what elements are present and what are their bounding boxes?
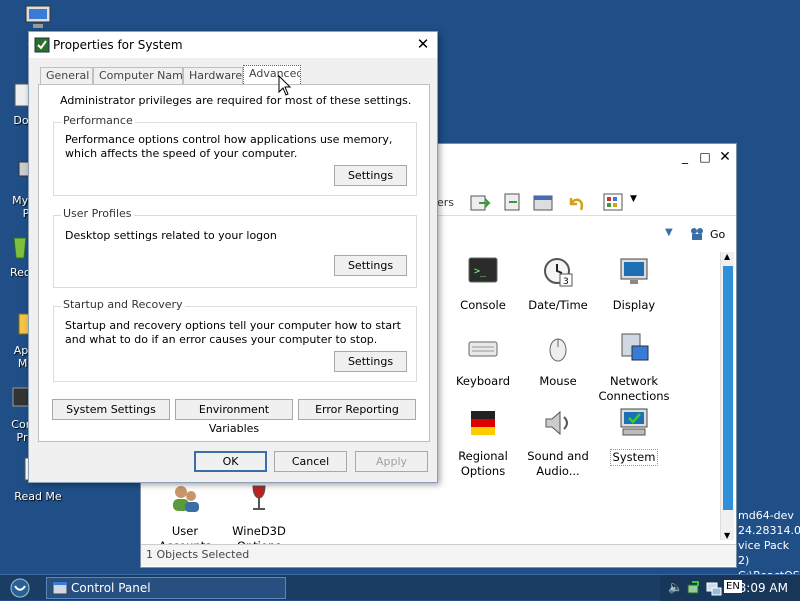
dialog-titlebar[interactable]: Properties for System ✕ xyxy=(29,32,437,58)
network-icon xyxy=(621,333,649,361)
taskbar: Control Panel 🔈 EN 8:09 AM xyxy=(0,574,800,601)
copy-to-icon[interactable] xyxy=(501,192,523,214)
volume-icon[interactable]: 🔈 xyxy=(668,580,683,594)
computer-icon xyxy=(25,5,51,28)
taskbar-button-control-panel[interactable]: Control Panel xyxy=(46,577,286,599)
maximize-button[interactable]: □ xyxy=(697,149,713,165)
flag-icon xyxy=(471,411,495,435)
speaker-icon xyxy=(545,410,568,436)
delete-icon[interactable] xyxy=(532,192,554,214)
tab-computer-name[interactable]: Computer Name xyxy=(93,67,183,85)
version-text: md64-dev 24.28314.0 vice Pack 2) C:\Reac… xyxy=(738,508,800,583)
user-profiles-settings-button[interactable]: Settings xyxy=(334,255,407,276)
cp-item-network[interactable]: Network Connections xyxy=(596,332,672,404)
dialog-close-button[interactable]: ✕ xyxy=(415,36,431,52)
scroll-up-icon[interactable]: ▲ xyxy=(724,252,730,261)
system-properties-icon xyxy=(34,37,50,53)
version-line: md64-dev xyxy=(738,509,794,522)
cp-item-label: Date/Time xyxy=(528,298,588,312)
move-to-icon[interactable] xyxy=(469,192,491,214)
error-reporting-button[interactable]: Error Reporting xyxy=(298,399,416,420)
apply-button[interactable]: Apply xyxy=(355,451,428,472)
keyboard-icon xyxy=(468,341,498,357)
svg-text:>_: >_ xyxy=(474,266,487,277)
performance-label: Performance xyxy=(61,114,135,127)
mouse-cursor-icon xyxy=(278,75,292,96)
user-profiles-label: User Profiles xyxy=(61,207,134,220)
user-profiles-group xyxy=(53,215,417,288)
cp-item-datetime[interactable]: 3 Date/Time xyxy=(520,256,596,313)
cancel-button[interactable]: Cancel xyxy=(274,451,347,472)
cp-item-regional[interactable]: Regional Options xyxy=(445,407,521,479)
network-tray-icon[interactable] xyxy=(706,580,722,596)
cp-item-label: Network Connections xyxy=(598,374,670,403)
scrollbar-thumb[interactable] xyxy=(723,266,733,510)
cp-item-label: Display xyxy=(612,298,656,312)
cp-item-display[interactable]: Display xyxy=(596,256,672,313)
cp-item-sound[interactable]: Sound and Audio... xyxy=(520,407,596,479)
minimize-button[interactable]: _ xyxy=(677,149,693,165)
control-panel-icon xyxy=(52,581,68,595)
cp-item-label: Mouse xyxy=(539,374,577,388)
users-icon xyxy=(173,486,199,512)
go-icon[interactable] xyxy=(689,226,705,242)
close-button[interactable]: ✕ xyxy=(717,149,733,165)
views-icon[interactable] xyxy=(603,193,623,211)
undo-icon[interactable] xyxy=(565,192,587,214)
performance-settings-button[interactable]: Settings xyxy=(334,165,407,186)
mouse-icon xyxy=(549,338,567,362)
desktop-icon-label: Read Me xyxy=(14,490,62,503)
cp-item-label: Sound and Audio... xyxy=(527,449,589,478)
version-line: 24.28314.0 xyxy=(738,524,800,537)
taskbar-button-label: Control Panel xyxy=(71,581,151,595)
vertical-scrollbar[interactable]: ▲ ▼ xyxy=(720,252,734,540)
display-icon xyxy=(620,258,648,284)
start-button-icon[interactable] xyxy=(10,578,30,598)
cp-item-mouse[interactable]: Mouse xyxy=(520,332,596,389)
cp-item-label: System xyxy=(609,449,659,466)
tab-hardware[interactable]: Hardware xyxy=(183,67,243,85)
startup-recovery-text: Startup and recovery options tell your c… xyxy=(65,319,401,346)
address-dropdown-icon[interactable]: ▼ xyxy=(665,227,673,238)
toolbar-partial-label: ers xyxy=(437,196,455,209)
cp-item-label: Console xyxy=(460,298,506,312)
system-tray: 🔈 EN 8:09 AM xyxy=(660,575,800,601)
cp-item-label: Regional Options xyxy=(458,449,508,478)
clock[interactable]: 8:09 AM xyxy=(739,581,788,595)
environment-variables-button[interactable]: Environment Variables xyxy=(175,399,293,435)
performance-text: Performance options control how applicat… xyxy=(65,133,393,160)
cp-item-system[interactable]: System xyxy=(596,407,672,466)
status-text: 1 Objects Selected xyxy=(146,548,250,561)
go-button[interactable]: Go xyxy=(710,228,725,241)
tab-general[interactable]: General xyxy=(40,67,93,85)
startup-recovery-settings-button[interactable]: Settings xyxy=(334,351,407,372)
system-properties-dialog: Properties for System ✕ General Computer… xyxy=(28,31,438,483)
clock-icon: 3 xyxy=(544,258,573,287)
cp-item-label: Keyboard xyxy=(455,374,511,388)
chevron-down-icon[interactable]: ▼ xyxy=(630,194,637,204)
advanced-tab-panel: Administrator privileges are required fo… xyxy=(38,84,430,442)
ok-button[interactable]: OK xyxy=(194,451,267,472)
cp-item-keyboard[interactable]: Keyboard xyxy=(445,332,521,389)
startup-recovery-label: Startup and Recovery xyxy=(61,298,185,311)
computer-icon xyxy=(620,408,648,436)
dialog-title: Properties for System xyxy=(53,38,183,52)
user-profiles-text: Desktop settings related to your logon xyxy=(65,229,277,242)
version-line: vice Pack 2) xyxy=(738,539,790,567)
admin-note: Administrator privileges are required fo… xyxy=(60,94,412,107)
console-icon: >_ xyxy=(468,257,498,283)
safely-remove-icon[interactable] xyxy=(686,580,702,596)
status-bar: 1 Objects Selected xyxy=(141,544,736,566)
cp-item-console[interactable]: >_ Console xyxy=(445,256,521,313)
scroll-down-icon[interactable]: ▼ xyxy=(724,531,730,540)
tab-advanced[interactable]: Advanced xyxy=(243,65,301,86)
system-settings-button[interactable]: System Settings xyxy=(52,399,170,420)
wine-icon xyxy=(252,485,266,510)
svg-text:3: 3 xyxy=(563,277,569,287)
